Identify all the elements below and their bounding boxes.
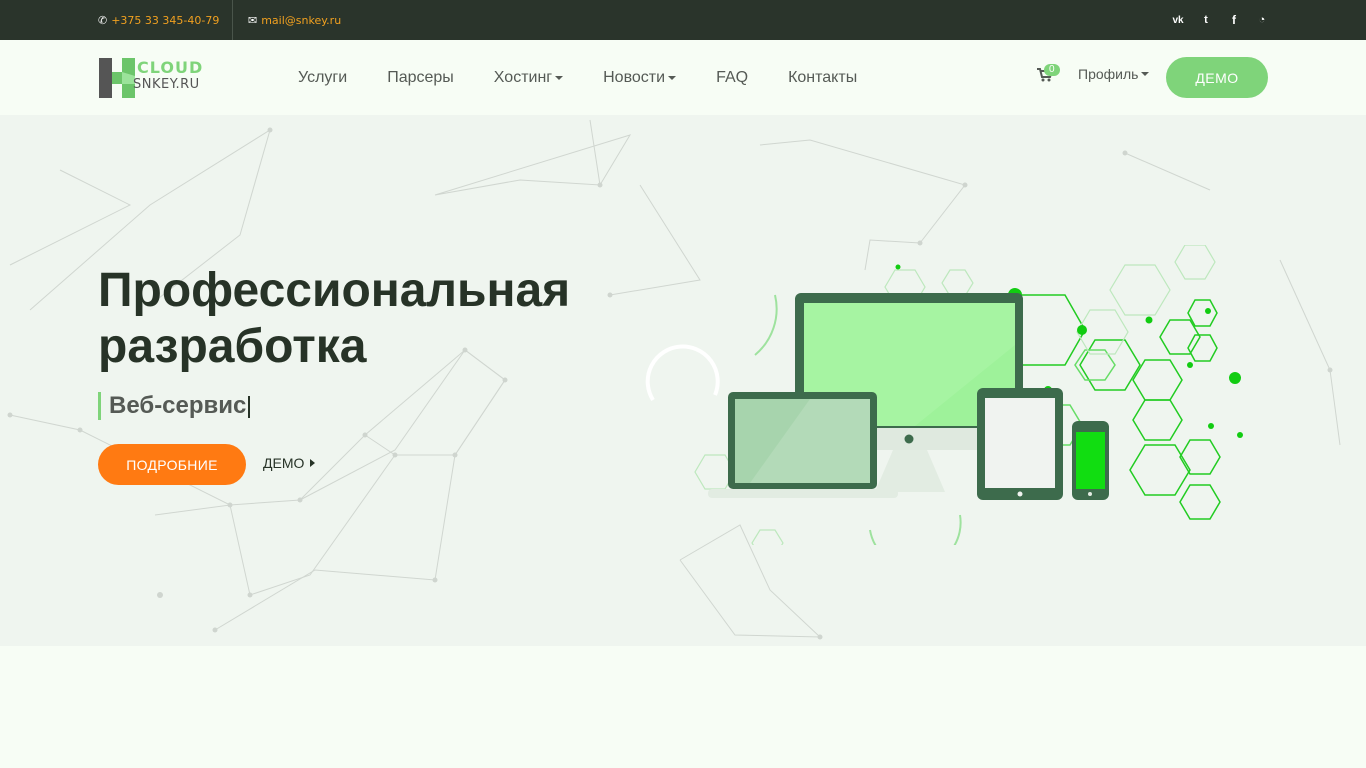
nav-item-hosting[interactable]: Хостинг [494,69,564,87]
profile-label: Профиль [1078,66,1139,82]
hero-demo-link[interactable]: ДЕМО [263,455,316,471]
caret-down-icon [555,75,564,80]
twitter-icon[interactable]: t [1200,14,1212,26]
cart-button[interactable]: 0 [1037,64,1067,86]
nav-item-news[interactable]: Новости [603,69,677,87]
typing-cursor [248,395,251,418]
caret-down-icon [1141,72,1150,76]
phone-contact[interactable]: ✆ +375 33 345-40-79 [98,0,219,40]
phone-number: +375 33 345-40-79 [111,13,220,27]
devices-illustration [645,245,1243,545]
site-logo[interactable]: CLOUD SNKEY.RU [99,58,211,98]
more-details-button[interactable]: ПОДРОБНИЕ [98,444,246,485]
top-bar: ✆ +375 33 345-40-79 ✉ mail@snkey.ru vk t… [0,0,1366,40]
hero-title: Профессиональная разработка [98,264,571,373]
logo-text-bottom: SNKEY.RU [133,77,200,92]
caret-down-icon [668,75,677,80]
main-nav: Услуги Парсеры Хостинг Новости FAQ Конта… [298,40,857,115]
nav-item-parsers[interactable]: Парсеры [387,69,454,87]
logo-text-top: CLOUD [137,58,204,77]
vk-icon[interactable]: vk [1172,15,1184,26]
nav-item-contacts[interactable]: Контакты [788,69,857,87]
email-contact[interactable]: ✉ mail@snkey.ru [248,0,341,40]
hero-section: Профессиональная разработка Веб-сервис П… [0,115,1366,646]
cart-count-badge: 0 [1044,64,1060,76]
profile-dropdown[interactable]: Профиль [1078,66,1150,82]
social-links: vk t f ◔ [1172,0,1268,40]
nav-item-faq[interactable]: FAQ [716,69,748,87]
play-triangle-icon [310,459,316,467]
email-address: mail@snkey.ru [261,13,342,27]
logo-mark-icon [99,58,135,98]
phone-icon: ✆ [98,13,108,27]
rss-icon[interactable]: ◔ [1256,14,1268,26]
hero-subtitle: Веб-сервис [98,392,251,420]
header-demo-button[interactable]: ДЕМО [1166,57,1268,98]
top-bar-divider [232,0,233,40]
envelope-icon: ✉ [248,13,258,27]
nav-item-services[interactable]: Услуги [298,69,347,87]
facebook-icon[interactable]: f [1228,13,1240,27]
